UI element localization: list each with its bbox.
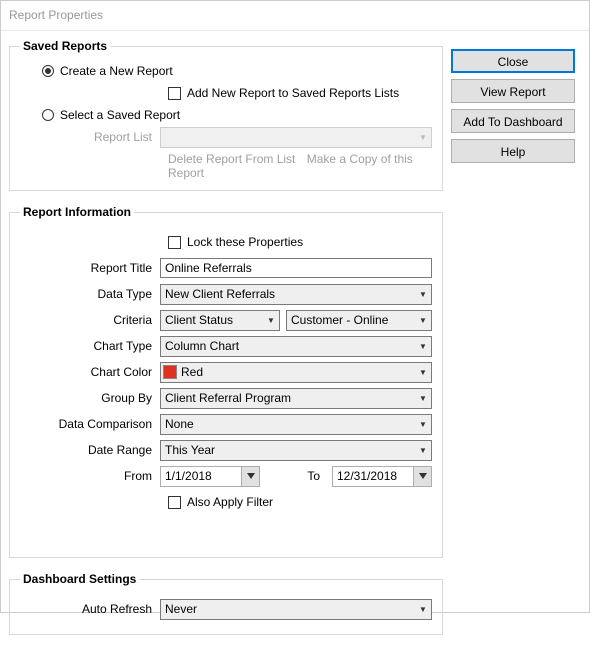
group-by-value: Client Referral Program xyxy=(161,391,415,405)
add-to-dashboard-button[interactable]: Add To Dashboard xyxy=(451,109,575,133)
view-report-button[interactable]: View Report xyxy=(451,79,575,103)
from-date-picker[interactable]: 1/1/2018 xyxy=(160,466,260,487)
help-button[interactable]: Help xyxy=(451,139,575,163)
lock-properties-checkbox[interactable]: Lock these Properties xyxy=(168,231,432,253)
lock-properties-label: Lock these Properties xyxy=(187,235,303,249)
dashboard-settings-group: Dashboard Settings Auto Refresh Never ▼ xyxy=(9,572,443,635)
chevron-down-icon: ▼ xyxy=(415,446,431,455)
comparison-value: None xyxy=(161,417,415,431)
date-range-value: This Year xyxy=(161,443,415,457)
data-type-label: Data Type xyxy=(20,287,160,301)
radio-icon xyxy=(42,109,54,121)
group-by-label: Group By xyxy=(20,391,160,405)
auto-refresh-label: Auto Refresh xyxy=(20,602,160,616)
criteria1-value: Client Status xyxy=(161,313,263,327)
comparison-combo[interactable]: None ▼ xyxy=(160,414,432,435)
chevron-down-icon: ▼ xyxy=(415,368,431,377)
chevron-down-icon: ▼ xyxy=(415,394,431,403)
window-titlebar: Report Properties xyxy=(1,1,589,31)
add-new-to-lists-label: Add New Report to Saved Reports Lists xyxy=(187,86,399,100)
criteria-label: Criteria xyxy=(20,313,160,327)
chart-type-value: Column Chart xyxy=(161,339,415,353)
auto-refresh-value: Never xyxy=(161,602,415,616)
to-label: To xyxy=(266,469,326,483)
report-title-input[interactable] xyxy=(160,258,432,278)
also-apply-filter-checkbox[interactable]: Also Apply Filter xyxy=(168,491,432,513)
dashboard-settings-legend: Dashboard Settings xyxy=(20,572,139,586)
report-title-label: Report Title xyxy=(20,261,160,275)
from-label: From xyxy=(20,469,160,483)
date-range-label: Date Range xyxy=(20,443,160,457)
criteria2-value: Customer - Online xyxy=(287,313,415,327)
chevron-down-icon: ▼ xyxy=(415,316,431,325)
criteria1-combo[interactable]: Client Status ▼ xyxy=(160,310,280,331)
from-date-value: 1/1/2018 xyxy=(161,469,241,483)
radio-icon xyxy=(42,65,54,77)
delete-report-link: Delete Report From List xyxy=(168,152,295,166)
report-list-label: Report List xyxy=(20,130,160,144)
group-by-combo[interactable]: Client Referral Program ▼ xyxy=(160,388,432,409)
chevron-down-icon: ▼ xyxy=(415,605,431,614)
chart-type-combo[interactable]: Column Chart ▼ xyxy=(160,336,432,357)
date-range-combo[interactable]: This Year ▼ xyxy=(160,440,432,461)
select-saved-label: Select a Saved Report xyxy=(60,108,180,122)
to-date-value: 12/31/2018 xyxy=(333,469,413,483)
report-info-legend: Report Information xyxy=(20,205,134,219)
chevron-down-icon: ▼ xyxy=(415,290,431,299)
color-swatch xyxy=(163,365,177,379)
also-apply-filter-label: Also Apply Filter xyxy=(187,495,273,509)
report-list-combo: ▼ xyxy=(160,127,432,148)
window-title: Report Properties xyxy=(9,8,103,22)
data-type-value: New Client Referrals xyxy=(161,287,415,301)
chevron-down-icon: ▼ xyxy=(415,133,431,142)
auto-refresh-combo[interactable]: Never ▼ xyxy=(160,599,432,620)
chevron-down-icon xyxy=(413,467,431,486)
chevron-down-icon xyxy=(241,467,259,486)
checkbox-icon xyxy=(168,496,181,509)
create-new-label: Create a New Report xyxy=(60,64,173,78)
checkbox-icon xyxy=(168,87,181,100)
criteria2-combo[interactable]: Customer - Online ▼ xyxy=(286,310,432,331)
chevron-down-icon: ▼ xyxy=(263,316,279,325)
data-type-combo[interactable]: New Client Referrals ▼ xyxy=(160,284,432,305)
select-saved-report-radio[interactable]: Select a Saved Report xyxy=(42,108,432,122)
comparison-label: Data Comparison xyxy=(20,417,160,431)
close-button[interactable]: Close xyxy=(451,49,575,73)
saved-reports-legend: Saved Reports xyxy=(20,39,110,53)
create-new-report-radio[interactable]: Create a New Report xyxy=(42,64,432,78)
chart-color-value: Red xyxy=(181,365,415,379)
add-new-to-lists-checkbox[interactable]: Add New Report to Saved Reports Lists xyxy=(168,82,432,104)
chart-type-label: Chart Type xyxy=(20,339,160,353)
chart-color-combo[interactable]: Red ▼ xyxy=(160,362,432,383)
checkbox-icon xyxy=(168,236,181,249)
saved-reports-group: Saved Reports Create a New Report Add Ne… xyxy=(9,39,443,191)
chart-color-label: Chart Color xyxy=(20,365,160,379)
report-info-group: Report Information Lock these Properties… xyxy=(9,205,443,558)
chevron-down-icon: ▼ xyxy=(415,420,431,429)
chevron-down-icon: ▼ xyxy=(415,342,431,351)
to-date-picker[interactable]: 12/31/2018 xyxy=(332,466,432,487)
